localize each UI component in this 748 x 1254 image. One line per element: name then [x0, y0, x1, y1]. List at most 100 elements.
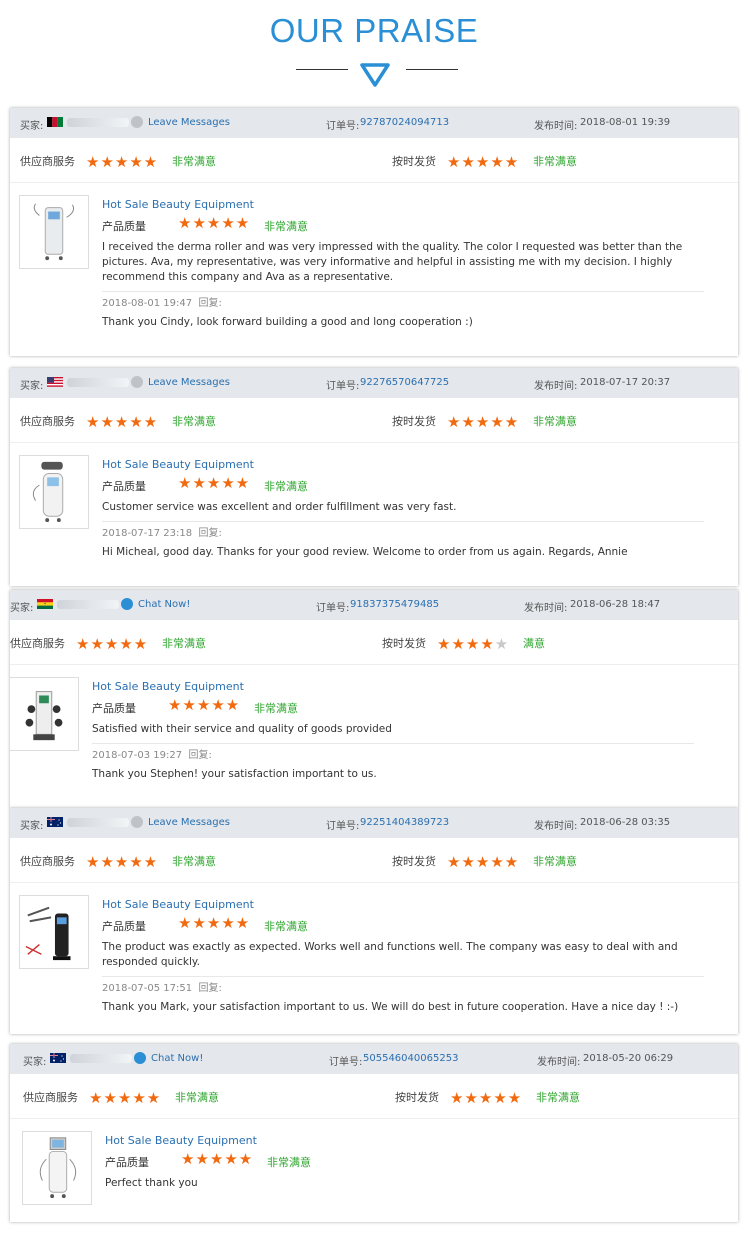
review-meta-bar: 买家: Leave Messages 订单号: 92787024094713 发… [10, 108, 738, 138]
supplier-service-label: 供应商服务 [10, 637, 65, 650]
quality-rating-text: 非常满意 [264, 480, 308, 493]
buyer-label: 买家: [20, 381, 44, 392]
posted-label: 发布时间: [537, 1057, 581, 1068]
review-body: Hot Sale Beauty Equipment 产品质量 ★★★★★ 非常满… [10, 1119, 738, 1222]
order-number-link[interactable]: 92276570647725 [360, 377, 449, 388]
quality-rating-row: 产品质量 ★★★★★ 非常满意 [92, 698, 694, 719]
order-number-link[interactable]: 92787024094713 [360, 117, 449, 128]
delivery-rating-text: 非常满意 [536, 1091, 580, 1104]
quality-rating-row: 产品质量 ★★★★★ 非常满意 [102, 474, 704, 497]
delivery-stars: ★★★★★ [437, 635, 510, 653]
review-body: Hot Sale Beauty Equipment 产品质量 ★★★★★ 非常满… [10, 443, 738, 586]
review-meta-bar: 买家: Leave Messages 订单号: 92276570647725 发… [10, 368, 738, 398]
buyer-name-redacted [57, 600, 119, 609]
review-text: Customer service was excellent and order… [102, 501, 457, 513]
reply-label: 回复: [188, 750, 212, 761]
buyer-name-redacted [67, 118, 129, 127]
review-card: 买家: Leave Messages 订单号: 92251404389723 发… [10, 808, 738, 1034]
chevron-down-icon [360, 63, 390, 87]
quality-label: 产品质量 [102, 480, 146, 493]
leave-messages-link[interactable]: Leave Messages [148, 817, 230, 828]
posted-time: 2018-07-17 20:37 [580, 377, 671, 388]
quality-label: 产品质量 [102, 920, 146, 933]
seller-reply: Thank you Cindy, look forward building a… [102, 316, 473, 328]
reply-label: 回复: [198, 983, 222, 994]
buyer-name-redacted [67, 818, 129, 827]
reply-date: 2018-07-05 17:51 [102, 983, 193, 994]
rating-row: 供应商服务 ★★★★★ 非常满意 按时发货 ★★★★★ 非常满意 [10, 1074, 738, 1119]
order-number-link[interactable]: 92251404389723 [360, 817, 449, 828]
delivery-stars: ★★★★★ [447, 853, 520, 871]
product-thumbnail[interactable] [22, 1131, 92, 1205]
seller-reply: Thank you Stephen! your satisfaction imp… [92, 768, 377, 780]
product-title-link[interactable]: Hot Sale Beauty Equipment [105, 1133, 707, 1148]
review-text: I received the derma roller and was very… [102, 241, 683, 283]
supplier-service-label: 供应商服务 [20, 155, 75, 168]
supplier-service-stars: ★★★★★ [86, 413, 159, 431]
order-number-link[interactable]: 91837375479485 [350, 599, 439, 610]
chat-now-link[interactable]: Chat Now! [138, 599, 190, 610]
review-meta-bar: 买家: Leave Messages 订单号: 92251404389723 发… [10, 808, 738, 838]
seller-reply: Hi Micheal, good day. Thanks for your go… [102, 546, 628, 558]
product-title-link[interactable]: Hot Sale Beauty Equipment [102, 897, 704, 912]
posted-label: 发布时间: [534, 381, 578, 392]
reply-date: 2018-07-17 23:18 [102, 528, 193, 539]
reply-meta: 2018-07-05 17:51 回复: [102, 981, 704, 996]
rating-row: 供应商服务 ★★★★★ 非常满意 按时发货 ★★★★★ 非常满意 [10, 138, 738, 183]
supplier-service-rating-text: 非常满意 [172, 855, 216, 868]
chat-icon[interactable] [134, 1052, 146, 1064]
message-icon[interactable] [131, 376, 143, 388]
review-card: 买家: Leave Messages 订单号: 92787024094713 发… [10, 108, 738, 356]
delivery-stars: ★★★★★ [447, 153, 520, 171]
rating-row: 供应商服务 ★★★★★ 非常满意 按时发货 ★★★★★ 非常满意 [10, 838, 738, 883]
quality-stars: ★★★★★ [178, 914, 251, 932]
on-time-delivery-label: 按时发货 [395, 1091, 439, 1104]
delivery-rating-text: 非常满意 [533, 855, 577, 868]
page-title: OUR PRAISE [269, 12, 479, 49]
order-label: 订单号: [326, 821, 360, 832]
quality-label: 产品质量 [92, 702, 136, 715]
leave-messages-link[interactable]: Leave Messages [148, 377, 230, 388]
review-card: 买家: Chat Now! 订单号: 91837375479485 发布时间: … [10, 590, 738, 808]
delivery-rating-text: 非常满意 [533, 415, 577, 428]
supplier-service-rating-text: 非常满意 [172, 415, 216, 428]
reply-meta: 2018-07-17 23:18 回复: [102, 526, 704, 541]
title-divider-right [406, 69, 458, 70]
message-icon[interactable] [131, 116, 143, 128]
product-title-link[interactable]: Hot Sale Beauty Equipment [102, 457, 704, 472]
buyer-label: 买家: [10, 603, 34, 614]
product-thumbnail[interactable] [19, 195, 89, 269]
review-body: Hot Sale Beauty Equipment 产品质量 ★★★★★ 非常满… [10, 665, 738, 808]
chat-icon[interactable] [121, 598, 133, 610]
order-number-link[interactable]: 505546040065253 [363, 1053, 458, 1064]
reply-divider [102, 976, 704, 977]
product-thumbnail[interactable] [19, 455, 89, 529]
reply-label: 回复: [198, 298, 222, 309]
quality-rating-row: 产品质量 ★★★★★ 非常满意 [102, 914, 704, 937]
message-icon[interactable] [131, 816, 143, 828]
reply-meta: 2018-07-03 19:27 回复: [92, 748, 694, 763]
leave-messages-link[interactable]: Leave Messages [148, 117, 230, 128]
buyer-label: 买家: [20, 821, 44, 832]
supplier-service-label: 供应商服务 [20, 855, 75, 868]
product-thumbnail[interactable] [19, 895, 89, 969]
chat-now-link[interactable]: Chat Now! [151, 1053, 203, 1064]
quality-rating-text: 非常满意 [254, 702, 298, 715]
title-divider-left [296, 69, 348, 70]
quality-rating-text: 非常满意 [264, 220, 308, 233]
product-title-link[interactable]: Hot Sale Beauty Equipment [102, 197, 704, 212]
quality-stars: ★★★★★ [181, 1150, 254, 1168]
quality-stars: ★★★★★ [178, 474, 251, 492]
seller-reply: Thank you Mark, your satisfaction import… [102, 1001, 679, 1013]
supplier-service-label: 供应商服务 [20, 415, 75, 428]
posted-label: 发布时间: [524, 603, 568, 614]
on-time-delivery-label: 按时发货 [392, 155, 436, 168]
supplier-service-stars: ★★★★★ [86, 153, 159, 171]
quality-label: 产品质量 [102, 220, 146, 233]
product-thumbnail[interactable] [10, 677, 79, 751]
on-time-delivery-label: 按时发货 [392, 415, 436, 428]
order-label: 订单号: [326, 381, 360, 392]
reply-divider [102, 521, 704, 522]
review-content: Hot Sale Beauty Equipment 产品质量 ★★★★★ 非常满… [105, 1133, 707, 1191]
product-title-link[interactable]: Hot Sale Beauty Equipment [92, 679, 694, 694]
